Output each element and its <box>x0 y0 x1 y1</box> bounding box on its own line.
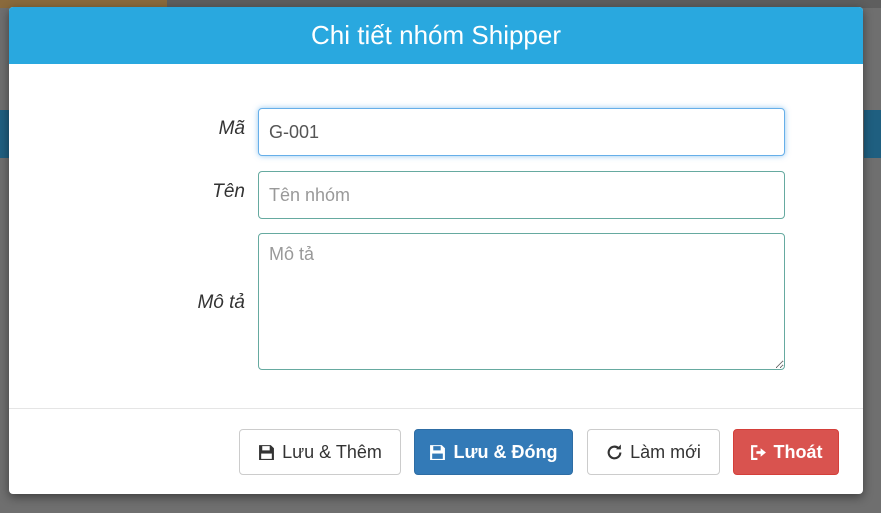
exit-button[interactable]: Thoát <box>733 429 839 475</box>
save-and-close-label: Lưu & Đóng <box>453 441 558 462</box>
shipper-group-dialog: Chi tiết nhóm Shipper Mã Tên Mô tả Lưu &… <box>9 7 863 494</box>
sign-out-icon <box>750 444 767 461</box>
floppy-disk-icon <box>429 444 446 461</box>
name-label: Tên <box>212 181 245 202</box>
footer-divider <box>9 408 863 409</box>
refresh-label: Làm mới <box>630 441 701 462</box>
exit-label: Thoát <box>773 441 823 462</box>
background-app-panel <box>864 110 881 158</box>
dialog-title: Chi tiết nhóm Shipper <box>310 20 562 50</box>
refresh-button[interactable]: Làm mới <box>587 429 720 475</box>
save-and-add-button[interactable]: Lưu & Thêm <box>239 429 401 475</box>
code-label: Mã <box>218 118 245 139</box>
name-input[interactable] <box>258 171 785 219</box>
save-and-close-button[interactable]: Lưu & Đóng <box>414 429 573 475</box>
description-textarea[interactable] <box>258 233 785 370</box>
description-label: Mô tả <box>197 292 245 313</box>
save-and-add-label: Lưu & Thêm <box>282 441 382 462</box>
dialog-header: Chi tiết nhóm Shipper <box>9 7 863 64</box>
code-input[interactable] <box>258 108 785 156</box>
floppy-disk-icon <box>258 444 275 461</box>
refresh-icon <box>606 444 623 461</box>
